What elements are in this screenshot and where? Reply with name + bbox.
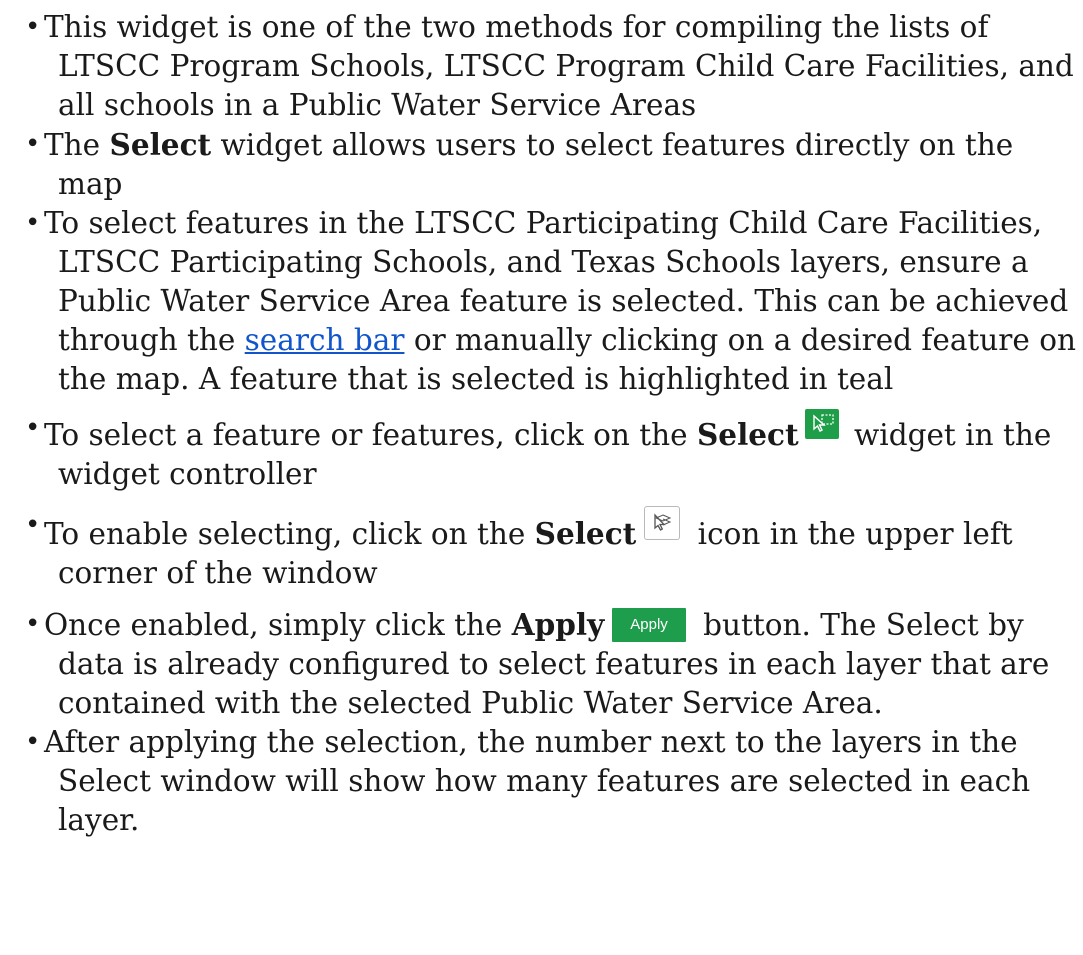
search-bar-link[interactable]: search bar bbox=[245, 323, 405, 357]
select-widget-icon bbox=[804, 409, 839, 439]
bullet-icon: • bbox=[25, 727, 41, 757]
list-item-text: The bbox=[44, 128, 110, 162]
list-item-text: To enable selecting, click on the bbox=[44, 517, 535, 551]
list-item: • To select a feature or features, click… bbox=[0, 409, 1083, 494]
list-item-text: This widget is one of the two methods fo… bbox=[44, 10, 1074, 122]
bullet-icon: • bbox=[25, 413, 41, 443]
bullet-icon: • bbox=[25, 129, 41, 159]
list-item-text: Once enabled, simply click the bbox=[44, 608, 512, 642]
select-widget-name: Select bbox=[697, 417, 799, 452]
bullet-icon: • bbox=[25, 609, 41, 639]
apply-button[interactable]: Apply bbox=[612, 608, 686, 642]
bullet-icon: • bbox=[25, 12, 41, 42]
list-item-text: To select a feature or features, click o… bbox=[44, 418, 697, 452]
bullet-icon: • bbox=[25, 510, 41, 540]
list-item: • This widget is one of the two methods … bbox=[0, 8, 1083, 125]
apply-label: Apply bbox=[511, 607, 605, 642]
select-tool-icon bbox=[644, 506, 681, 540]
list-item-text: After applying the selection, the number… bbox=[44, 725, 1031, 837]
list-item: • The Select widget allows users to sele… bbox=[0, 125, 1083, 204]
list-item: • Once enabled, simply click the Apply Ap… bbox=[0, 605, 1083, 723]
list-item: • To enable selecting, click on the Sele… bbox=[0, 506, 1083, 593]
instruction-list: • This widget is one of the two methods … bbox=[0, 0, 1083, 837]
list-item: • After applying the selection, the numb… bbox=[0, 723, 1083, 840]
list-item: • To select features in the LTSCC Partic… bbox=[0, 204, 1083, 399]
select-widget-name: Select bbox=[109, 127, 212, 162]
select-tool-name: Select bbox=[534, 516, 637, 551]
instructions-document: • This widget is one of the two methods … bbox=[0, 0, 1083, 837]
bullet-icon: • bbox=[25, 208, 41, 238]
